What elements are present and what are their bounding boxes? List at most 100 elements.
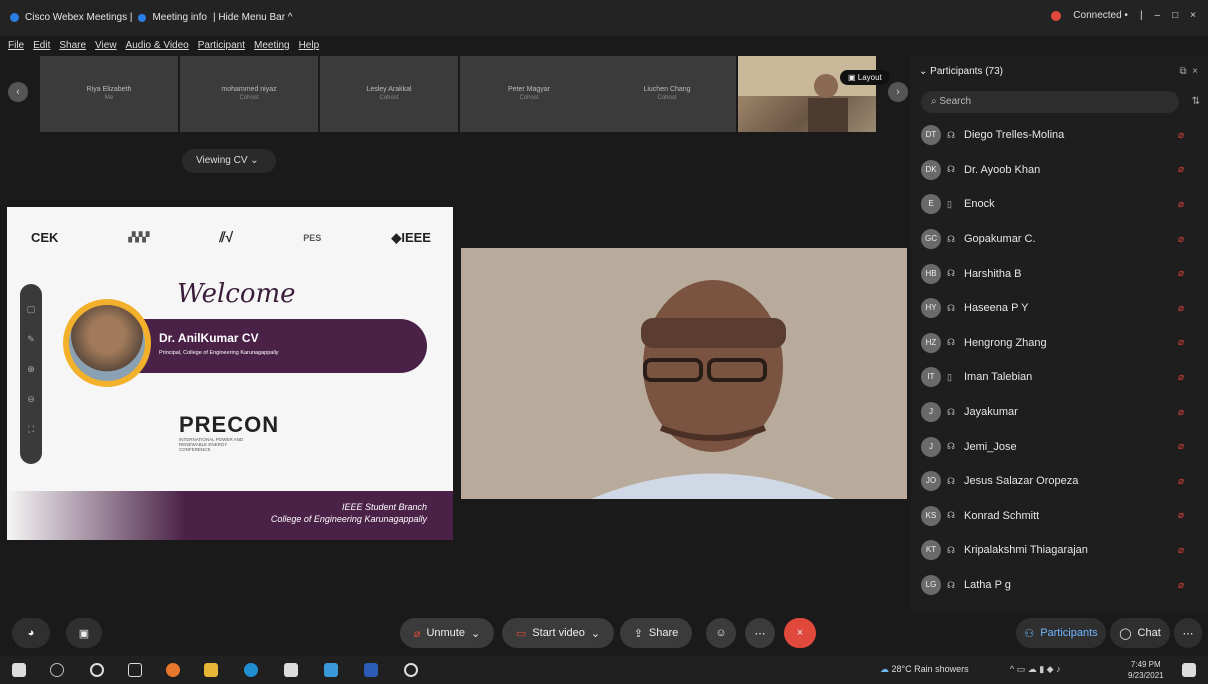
thumbnail-role: Cohost: [379, 95, 399, 101]
audio-icon: ☊: [947, 337, 955, 348]
notion-icon[interactable]: [284, 663, 298, 677]
participant-item[interactable]: IT ▯ Iman Talebian ⌀: [921, 360, 1196, 395]
participant-item[interactable]: HY ☊ Haseena P Y ⌀: [921, 291, 1196, 326]
weather-widget[interactable]: ☁ 28°C Rain showers: [880, 664, 969, 675]
participants-toggle-button[interactable]: ⚇ Participants: [1016, 618, 1106, 648]
layout-icon: ▣: [848, 73, 858, 82]
thumbnail-tile[interactable]: Lesley Arakkal Cohost: [320, 56, 458, 132]
viewing-dropdown[interactable]: Viewing CV ⌄: [182, 149, 276, 173]
muted-mic-icon[interactable]: ⌀: [1178, 268, 1184, 279]
start-video-button[interactable]: ▭ Start video ⌄: [502, 618, 614, 648]
participant-item[interactable]: E ▯ Enock ⌀: [921, 187, 1196, 222]
avatar: KS: [921, 505, 941, 526]
participant-name: Jemi_Jose: [964, 440, 1017, 453]
chrome-icon[interactable]: [166, 663, 180, 677]
system-tray-icons[interactable]: ^ ▭ ☁ ▮ ◆ ♪: [1010, 664, 1061, 675]
menu-share[interactable]: Share: [59, 40, 86, 51]
settings-icon[interactable]: [404, 663, 418, 677]
minimize-button[interactable]: –: [1155, 10, 1161, 21]
close-button[interactable]: ×: [1190, 10, 1196, 21]
thumbnail-prev-button[interactable]: ‹: [8, 82, 28, 102]
pointer-icon[interactable]: ▢: [20, 294, 42, 324]
file-explorer-icon[interactable]: [204, 663, 218, 677]
menu-help[interactable]: Help: [299, 40, 320, 51]
muted-mic-icon[interactable]: ⌀: [1178, 407, 1184, 418]
menu-audio-video[interactable]: Audio & Video: [126, 40, 189, 51]
captions-icon[interactable]: ▣: [66, 618, 102, 648]
webex-assistant-icon[interactable]: ◕: [12, 618, 50, 648]
meeting-info-button[interactable]: Meeting info: [152, 12, 206, 23]
pen-icon[interactable]: ✎: [20, 324, 42, 354]
panel-more-icon[interactable]: ⋯: [1174, 618, 1202, 648]
menu-view[interactable]: View: [95, 40, 117, 51]
zoom-out-icon[interactable]: ⊖: [20, 384, 42, 414]
edge-icon[interactable]: [244, 663, 258, 677]
annotation-toolbar[interactable]: ▢ ✎ ⊕ ⊖ ⛶: [20, 284, 42, 464]
thumbnail-tile[interactable]: Riya Elizabeth Me: [40, 56, 178, 132]
video-thumbnail-tile[interactable]: [738, 56, 876, 132]
notifications-icon[interactable]: [1182, 663, 1196, 677]
muted-mic-icon[interactable]: ⌀: [1178, 580, 1184, 591]
muted-mic-icon[interactable]: ⌀: [1178, 199, 1184, 210]
zoom-in-icon[interactable]: ⊕: [20, 354, 42, 384]
participant-item[interactable]: LG ☊ Latha P g ⌀: [921, 568, 1196, 603]
hide-menu-bar-button[interactable]: | Hide Menu Bar ^: [213, 12, 293, 23]
active-speaker-video[interactable]: [461, 248, 907, 499]
share-button[interactable]: ⇪ Share: [620, 618, 692, 648]
search-icon[interactable]: [50, 663, 64, 677]
muted-mic-icon[interactable]: ⌀: [1178, 476, 1184, 487]
chevron-down-icon: ⌄: [919, 66, 931, 77]
participant-item[interactable]: KT ☊ Kripalakshmi Thiagarajan ⌀: [921, 533, 1196, 568]
clock[interactable]: 7:49 PM 9/23/2021: [1128, 659, 1164, 681]
connection-status-icon: [1051, 10, 1062, 21]
fit-icon[interactable]: ⛶: [20, 414, 42, 444]
unmute-button[interactable]: ⌀ Unmute ⌄: [400, 618, 494, 648]
muted-mic-icon[interactable]: ⌀: [1178, 234, 1184, 245]
maximize-button[interactable]: □: [1172, 10, 1178, 21]
thumbnail-tile[interactable]: Peter Magyar Cohost: [460, 56, 598, 132]
muted-mic-icon[interactable]: ⌀: [1178, 372, 1184, 383]
muted-mic-icon[interactable]: ⌀: [1178, 441, 1184, 452]
audio-icon: ☊: [947, 544, 955, 555]
popout-icon[interactable]: ⧉: [1179, 66, 1186, 77]
more-options-icon[interactable]: ⋯: [745, 618, 775, 648]
participant-search-input[interactable]: ⌕ Search: [921, 91, 1179, 113]
participant-item[interactable]: HB ☊ Harshitha B ⌀: [921, 256, 1196, 291]
muted-mic-icon[interactable]: ⌀: [1178, 545, 1184, 556]
muted-mic-icon[interactable]: ⌀: [1178, 164, 1184, 175]
college-logo: ▞▞▞: [128, 232, 150, 242]
participant-item[interactable]: J ☊ Jemi_Jose ⌀: [921, 429, 1196, 464]
menu-edit[interactable]: Edit: [33, 40, 50, 51]
chevron-down-icon: ⌄: [470, 627, 481, 640]
participant-item[interactable]: DT ☊ Diego Trelles-Molina ⌀: [921, 118, 1196, 153]
connection-status[interactable]: Connected •: [1073, 10, 1128, 21]
participant-item[interactable]: DK ☊ Dr. Ayoob Khan ⌀: [921, 153, 1196, 188]
menu-file[interactable]: File: [8, 40, 24, 51]
webex-taskbar-icon[interactable]: [324, 663, 338, 677]
participant-item[interactable]: J ☊ Jayakumar ⌀: [921, 395, 1196, 430]
layout-button[interactable]: ▣ Layout: [840, 70, 890, 85]
menu-meeting[interactable]: Meeting: [254, 40, 290, 51]
close-panel-icon[interactable]: ×: [1192, 66, 1198, 77]
leave-meeting-button[interactable]: ×: [784, 618, 816, 648]
word-icon[interactable]: [364, 663, 378, 677]
thumbnail-next-button[interactable]: ›: [888, 82, 908, 102]
participants-panel-header[interactable]: ⌄ Participants (73): [919, 66, 1003, 77]
chat-toggle-button[interactable]: ◯ Chat: [1110, 618, 1170, 648]
muted-mic-icon[interactable]: ⌀: [1178, 130, 1184, 141]
muted-mic-icon[interactable]: ⌀: [1178, 510, 1184, 521]
participant-item[interactable]: GC ☊ Gopakumar C. ⌀: [921, 222, 1196, 257]
task-view-icon[interactable]: [128, 663, 142, 677]
participant-item[interactable]: HZ ☊ Hengrong Zhang ⌀: [921, 326, 1196, 361]
cortana-icon[interactable]: [90, 663, 104, 677]
muted-mic-icon[interactable]: ⌀: [1178, 303, 1184, 314]
reactions-icon[interactable]: ☺: [706, 618, 736, 648]
menu-participant[interactable]: Participant: [198, 40, 245, 51]
participant-item[interactable]: JO ☊ Jesus Salazar Oropeza ⌀: [921, 464, 1196, 499]
muted-mic-icon[interactable]: ⌀: [1178, 337, 1184, 348]
participant-item[interactable]: KS ☊ Konrad Schmitt ⌀: [921, 499, 1196, 534]
thumbnail-tile[interactable]: Liuchen Chang Cohost: [598, 56, 736, 132]
sort-icon[interactable]: ⇅: [1192, 96, 1200, 107]
thumbnail-tile[interactable]: mohammed niyaz Cohost: [180, 56, 318, 132]
windows-start-icon[interactable]: [12, 663, 26, 677]
